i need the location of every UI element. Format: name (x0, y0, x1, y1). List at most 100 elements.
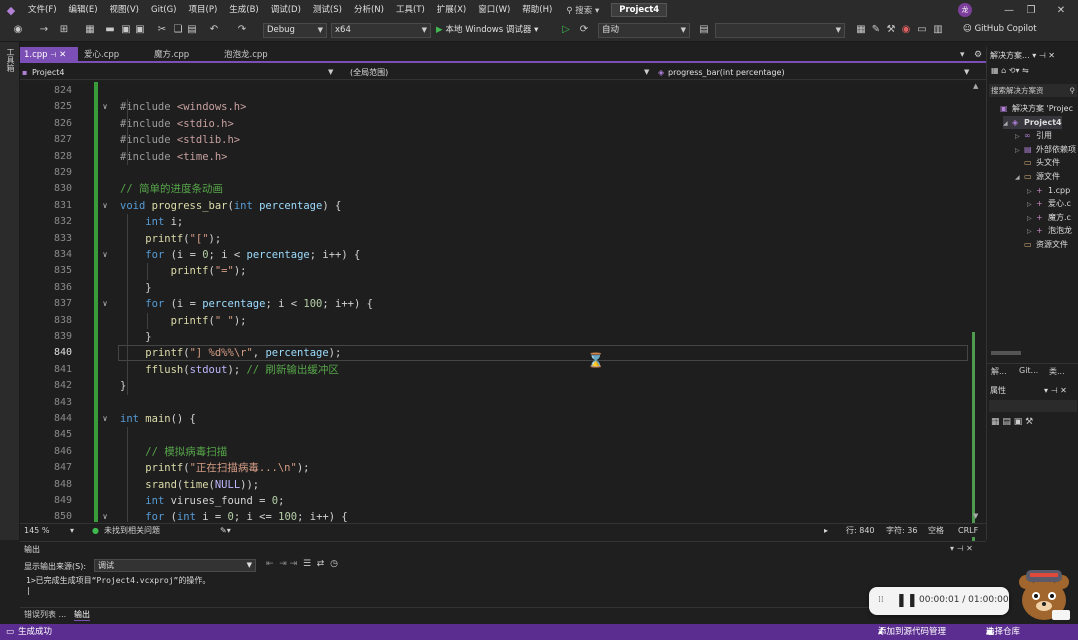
screen-icon[interactable]: ▭ (916, 24, 928, 36)
menu-item-7[interactable]: 测试(S) (307, 0, 348, 20)
tree-item[interactable]: ▷ + 泡泡龙 (1027, 224, 1072, 237)
expand-chevron-icon[interactable]: ▷ (1027, 212, 1036, 225)
hot-reload-icon[interactable]: ⟳ (578, 24, 590, 36)
close-icon[interactable]: ✕ (966, 544, 973, 553)
function-nav-select[interactable]: ◈ progress_bar(int percentage) ▼ (656, 66, 976, 79)
new-file-icon[interactable]: ▦ (84, 24, 96, 36)
refresh-icon[interactable]: ⟲▾ (1009, 66, 1020, 75)
tree-item[interactable]: ▭ 资源文件 (1015, 238, 1068, 251)
char-number[interactable]: 字符: 36 (886, 524, 917, 537)
save-all-icon[interactable]: ▣ (134, 24, 146, 36)
code-line[interactable]: 827 #include <stdlib.h> (20, 132, 970, 148)
expand-chevron-icon[interactable]: ◢ (1003, 117, 1012, 130)
browse-icon[interactable]: ▤ (698, 24, 710, 36)
code-line[interactable]: 843 (20, 395, 970, 411)
drag-handle-icon[interactable]: ⁞⁞ (878, 595, 884, 605)
editor-scrollbar[interactable]: ▲ ▼ (970, 82, 984, 592)
fold-chevron-icon[interactable]: ∨ (100, 198, 110, 214)
forward-icon[interactable]: → (38, 24, 50, 36)
search-button[interactable]: ⚲ 搜索 ▾ (566, 4, 599, 16)
solution-search-input[interactable]: 搜索解决方案资 ⚲ (989, 84, 1077, 97)
goto-prev-icon[interactable]: ⇤ (266, 559, 274, 569)
code-line[interactable]: 837 ∨ for (i = percentage; i < 100; i++) … (20, 296, 970, 312)
fold-chevron-icon[interactable]: ∨ (100, 99, 110, 115)
code-line[interactable]: 847 printf("正在扫描病毒...\n"); (20, 460, 970, 476)
pause-icon[interactable]: ❚❚ (896, 593, 918, 608)
output-text[interactable]: 1>已完成生成项目“Project4.vcxproj”的操作。 | (26, 575, 210, 595)
pin-icon[interactable]: ⊣ (957, 544, 964, 553)
find-icon[interactable]: ⇥ (290, 559, 298, 569)
sync-icon[interactable]: ▦ (991, 66, 999, 75)
scope-nav-select[interactable]: (全局范围) ▼ (338, 66, 654, 79)
code-line[interactable]: 839 } (20, 329, 970, 345)
github-copilot-button[interactable]: ☺ GitHub Copilot (963, 24, 1037, 34)
scroll-right-icon[interactable]: ▸ (824, 524, 828, 537)
code-line[interactable]: 835 printf("="); (20, 263, 970, 279)
switch-view-icon[interactable]: ⇋ (1022, 66, 1029, 75)
code-line[interactable]: 831 ∨ void progress_bar(int percentage) { (20, 198, 970, 214)
code-line[interactable]: 846 // 模拟病毒扫描 (20, 444, 970, 460)
scroll-down-icon[interactable]: ▼ (973, 512, 978, 520)
zoom-level[interactable]: 145 % (24, 524, 49, 537)
fold-chevron-icon[interactable]: ∨ (100, 296, 110, 312)
close-icon[interactable]: ✕ (1044, 0, 1078, 20)
alphabetical-icon[interactable]: ▤ (1002, 417, 1011, 427)
tab-paopaolong-cpp[interactable]: 泡泡龙.cpp (220, 47, 300, 63)
word-wrap-icon[interactable]: ⇄ (317, 559, 325, 569)
open-file-icon[interactable]: ▬ (104, 24, 116, 36)
chevron-down-icon[interactable]: ▾ (1032, 51, 1036, 60)
tree-item[interactable]: ▭ 头文件 (1015, 156, 1060, 169)
maximize-icon[interactable]: ❐ (1014, 0, 1048, 20)
indent-mode[interactable]: 空格 (928, 524, 944, 537)
empty-select[interactable]: ▼ (715, 23, 845, 38)
code-line[interactable]: 834 ∨ for (i = 0; i < percentage; i++) { (20, 247, 970, 263)
expand-chevron-icon[interactable]: ◢ (1015, 171, 1024, 184)
zoom-chevron-icon[interactable]: ▾ (70, 524, 74, 537)
line-number[interactable]: 行: 840 (846, 524, 875, 537)
tab-mofang-cpp[interactable]: 魔方.cpp (150, 47, 220, 63)
expand-chevron-icon[interactable]: ▷ (1015, 144, 1024, 157)
save-icon[interactable]: ▣ (120, 24, 132, 36)
menu-item-3[interactable]: Git(G) (145, 0, 183, 20)
code-line[interactable]: 826 #include <stdio.h> (20, 116, 970, 132)
chevron-down-icon[interactable]: ▾ (950, 544, 954, 553)
settings-icon[interactable]: ⚙ (974, 47, 982, 63)
undo-icon[interactable]: ↶ (208, 24, 220, 36)
code-line[interactable]: 844 ∨ int main() { (20, 411, 970, 427)
paste-icon[interactable]: ▤ (186, 24, 198, 36)
h-scroll-thumb[interactable] (991, 351, 1021, 355)
tree-item[interactable]: ▷ + 爱心.c (1027, 197, 1071, 210)
wrench-icon[interactable]: ✎ (870, 24, 882, 36)
expand-chevron-icon[interactable]: ▷ (1027, 185, 1036, 198)
tree-item[interactable]: ◢ ▭ 源文件 (1015, 170, 1060, 183)
cut-icon[interactable]: ✂ (156, 24, 168, 36)
code-line[interactable]: 829 (20, 165, 970, 181)
panel-icon[interactable]: ▥ (932, 24, 944, 36)
start-without-debug-icon[interactable]: ▷ (560, 24, 572, 36)
tab-aixin-cpp[interactable]: 爱心.cpp (80, 47, 150, 63)
tree-item[interactable]: ▣ 解决方案 'Projec (991, 102, 1073, 115)
tab-error-list[interactable]: 错误列表 ... (24, 609, 66, 620)
chevron-down-icon[interactable]: ▾ (1044, 386, 1048, 395)
expand-chevron-icon[interactable]: ▷ (1027, 225, 1036, 238)
menu-item-10[interactable]: 扩展(X) (431, 0, 472, 20)
code-line[interactable]: 828 #include <time.h> (20, 149, 970, 165)
copy-icon[interactable]: ❏ (172, 24, 184, 36)
code-line[interactable]: 824 (20, 83, 970, 99)
tree-item[interactable]: ◢ ◈ Project4 (1003, 115, 1062, 130)
clear-all-icon[interactable]: ☰ (303, 559, 311, 569)
code-line[interactable]: 825 ∨ #include <windows.h> (20, 99, 970, 115)
menu-item-12[interactable]: 帮助(H) (516, 0, 558, 20)
tree-item[interactable]: ▷ ∞ 引用 (1015, 129, 1052, 142)
tab-class[interactable]: 类... (1049, 366, 1065, 377)
scroll-up-icon[interactable]: ▲ (973, 82, 978, 90)
code-line[interactable]: 832 int i; (20, 214, 970, 230)
close-icon[interactable]: ✕ (1060, 386, 1067, 395)
redo-icon[interactable]: ↷ (236, 24, 248, 36)
properties-object-select[interactable] (989, 400, 1077, 412)
code-line[interactable]: 830 // 简单的进度条动画 (20, 181, 970, 197)
platform-select[interactable]: x64 ▼ (331, 23, 431, 38)
menu-item-6[interactable]: 调试(D) (265, 0, 307, 20)
menu-item-8[interactable]: 分析(N) (348, 0, 390, 20)
menu-item-1[interactable]: 编辑(E) (63, 0, 104, 20)
